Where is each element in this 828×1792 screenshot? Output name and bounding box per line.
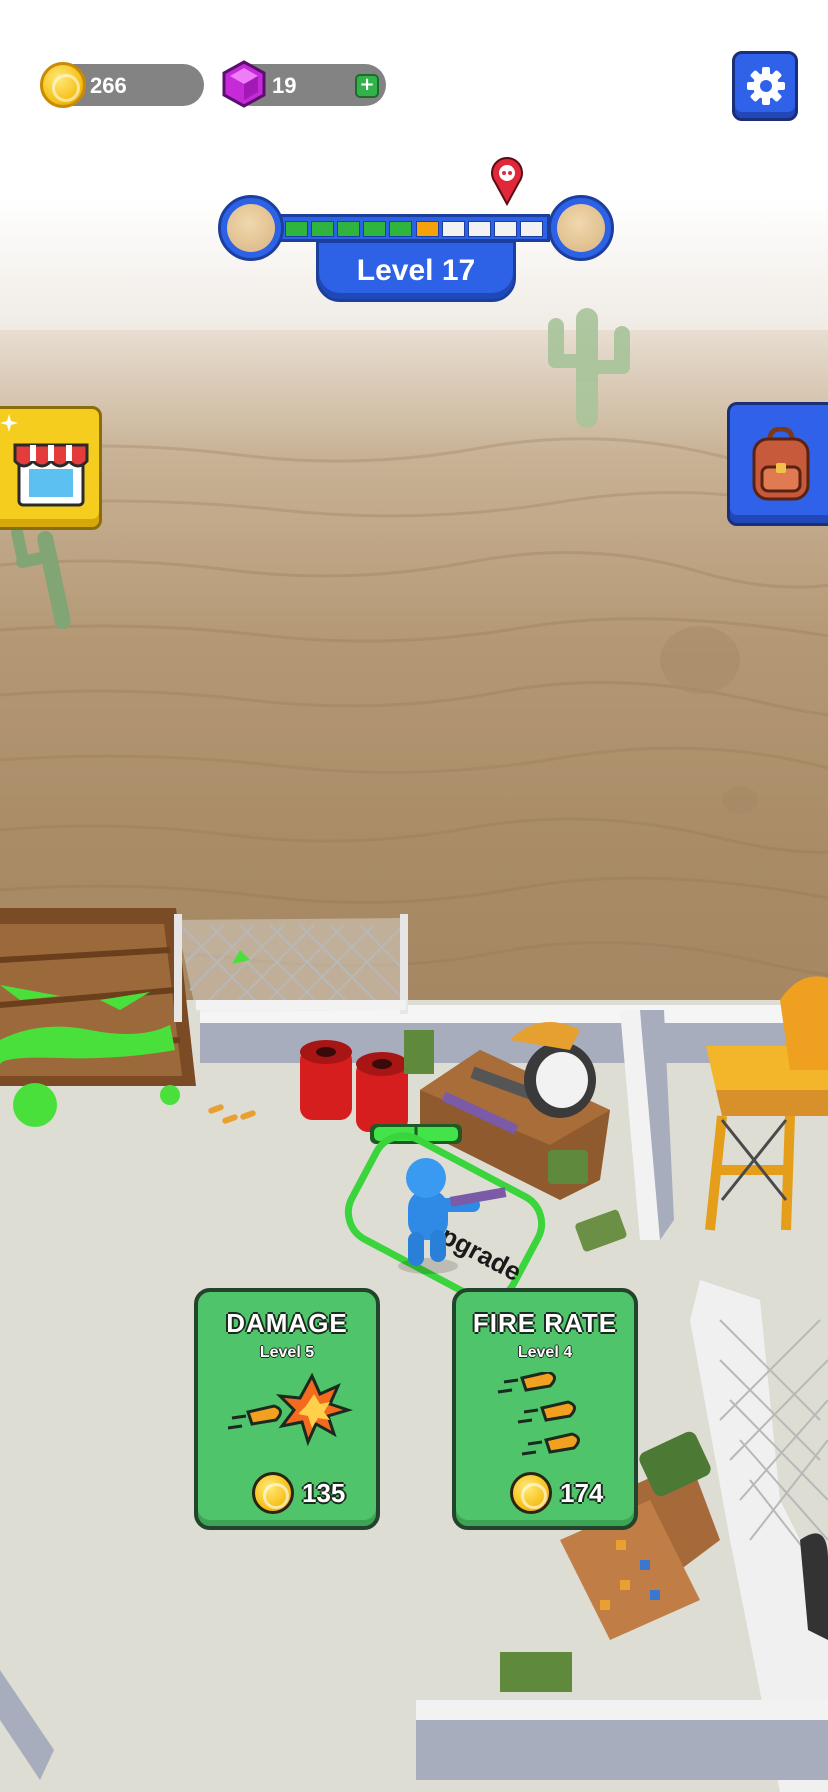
skull-pin-icon — [491, 157, 523, 206]
damage-upgrade-card[interactable]: DAMAGE Level 5 135 — [194, 1288, 380, 1530]
progress-segment — [519, 221, 543, 237]
progress-segment — [467, 221, 491, 237]
card-level: Level 4 — [517, 1344, 573, 1361]
card-title: DAMAGE — [226, 1308, 348, 1338]
bullet-explosion-icon — [227, 1372, 353, 1447]
card-title: FIRE RATE — [472, 1308, 618, 1338]
card-cost: 174 — [560, 1478, 604, 1508]
backpack-icon — [752, 427, 810, 501]
coin-icon — [510, 1472, 552, 1514]
sparkle-icon — [0, 414, 18, 432]
progress-segment — [493, 221, 517, 237]
desert-map-icon — [227, 204, 275, 252]
desert-map-icon — [557, 204, 605, 252]
coin-icon — [40, 62, 86, 108]
progress-segment — [441, 221, 465, 237]
fire-rate-upgrade-card[interactable]: FIRE RATE Level 4 174 — [452, 1288, 638, 1530]
progress-start-cap — [218, 195, 284, 261]
progress-segment — [415, 221, 439, 237]
level-progress-bar — [278, 214, 550, 242]
progress-segment — [337, 221, 361, 237]
progress-segment — [389, 221, 413, 237]
gear-icon — [747, 67, 785, 105]
backpack-button[interactable] — [727, 402, 828, 526]
progress-segment — [285, 221, 309, 237]
gem-icon — [222, 60, 266, 108]
cactus-decoration-left — [11, 526, 71, 630]
progress-end-cap — [548, 195, 614, 261]
settings-button[interactable] — [732, 51, 798, 121]
coin-count: 266 — [90, 73, 127, 98]
add-gems-button[interactable]: + — [355, 74, 379, 98]
progress-segment — [363, 221, 387, 237]
card-level: Level 5 — [259, 1344, 315, 1361]
cactus-decoration — [548, 308, 630, 428]
level-label: Level 17 — [316, 240, 516, 302]
sky-fog — [0, 0, 828, 360]
base-structures — [0, 908, 828, 1792]
player-character — [398, 1158, 507, 1274]
shop-icon — [13, 443, 89, 507]
card-cost: 135 — [302, 1478, 346, 1508]
gem-count: 19 — [272, 73, 297, 98]
coin-icon — [252, 1472, 294, 1514]
bullets-icon — [497, 1372, 580, 1456]
progress-segment — [311, 221, 335, 237]
